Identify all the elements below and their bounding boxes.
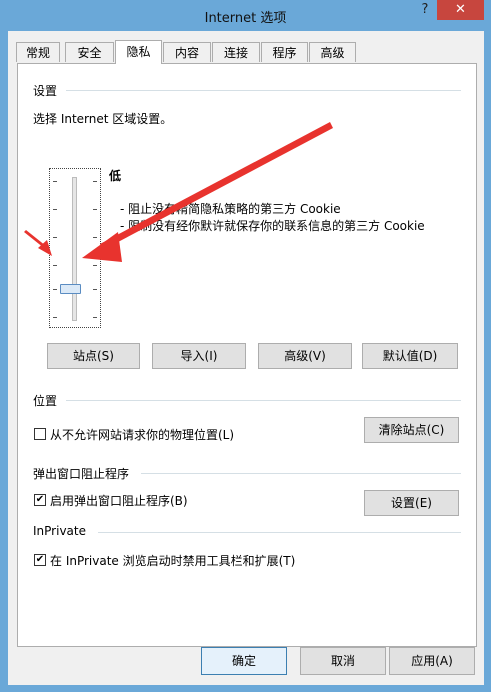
- tab-privacy[interactable]: 隐私: [115, 40, 162, 64]
- annotation-arrows: [24, 122, 333, 262]
- annotation-arrow-large-icon: [82, 122, 333, 262]
- internet-options-window: Internet 选项 ? ✕ 常规 安全 隐私 内容 连接 程序 高级 设置 …: [0, 0, 491, 692]
- annotation-arrow-small-icon: [24, 230, 52, 256]
